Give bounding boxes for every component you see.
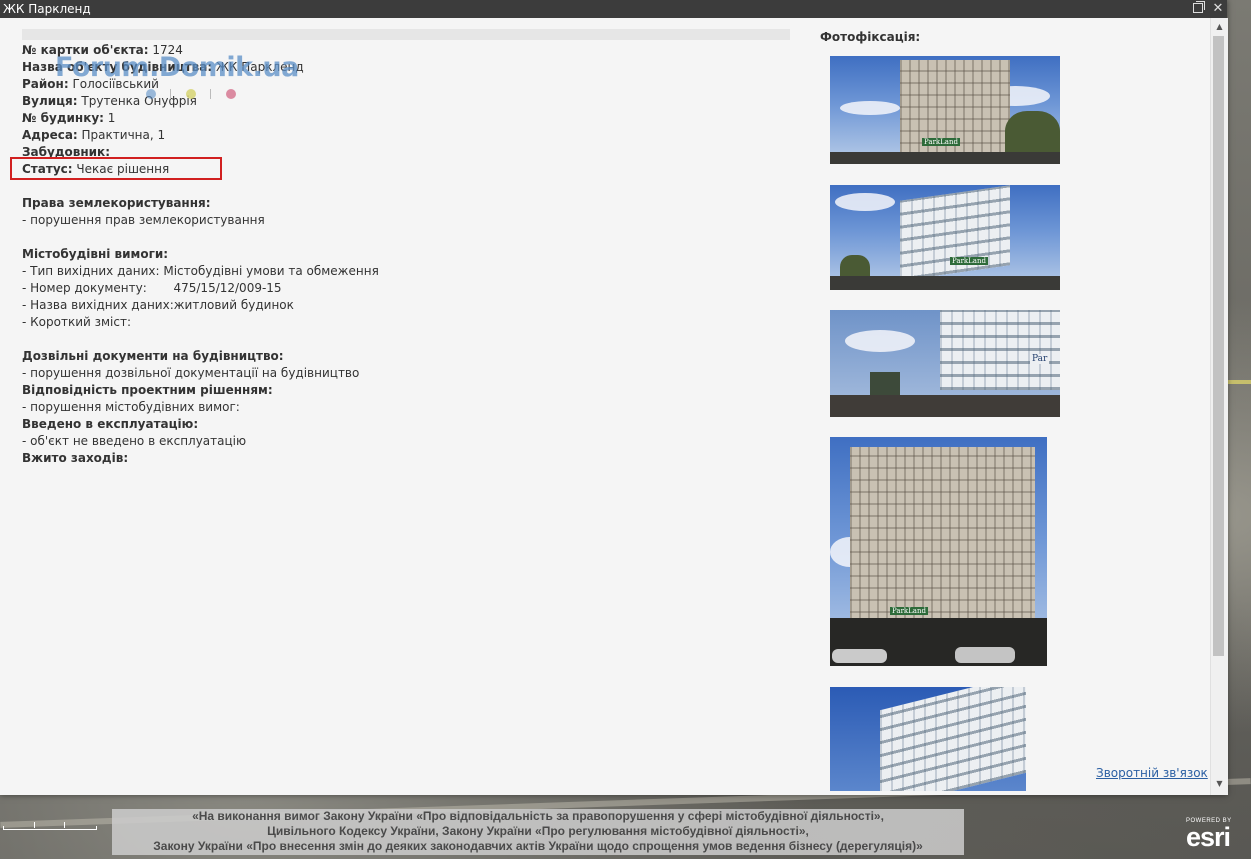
photo-building <box>900 185 1010 281</box>
restore-icon[interactable] <box>1193 1 1205 13</box>
object-info: № картки об'єкта: 1724 Назва об'єкту буд… <box>22 42 782 467</box>
status-highlight-box <box>10 157 222 180</box>
photo-building-facade <box>940 310 1060 390</box>
photo-sign: ParkLand <box>950 257 988 265</box>
compliance-heading: Відповідність проектним рішенням: <box>22 382 782 399</box>
urban-type: - Тип вихідних даних: Містобудівні умови… <box>22 264 379 278</box>
window-title: ЖК Парклeнд <box>3 2 91 16</box>
photo-sign: ParkLand <box>922 138 960 146</box>
urban-requirements-heading-text: Містобудівні вимоги: <box>22 247 169 261</box>
photo-1[interactable]: ParkLand <box>830 56 1060 164</box>
photo-sign: Par <box>1030 354 1050 364</box>
legal-footer-banner: «На виконання вимог Закону України «Про … <box>112 809 964 855</box>
compliance-heading-text: Відповідність проектним рішенням: <box>22 383 273 397</box>
commissioned-heading: Введено в експлуатацію: <box>22 416 782 433</box>
building-value: 1 <box>103 111 116 125</box>
building-row: № будинку: 1 <box>22 110 782 127</box>
photo-car <box>832 649 887 663</box>
measures-heading: Вжито заходів: <box>22 450 782 467</box>
watermark-dot-blue <box>146 89 156 99</box>
street-value: Трутенка Онуфрія <box>77 94 197 108</box>
photo-cloud <box>845 330 915 352</box>
info-window: ЖК Парклeнд ✕ № картки об'єкта: 1724 Наз… <box>0 0 1228 795</box>
urban-name: - Назва вихідних даних:житловий будинок <box>22 298 294 312</box>
photo-sign: ParkLand <box>890 607 928 615</box>
scroll-up-arrow-icon[interactable]: ▲ <box>1211 20 1228 34</box>
scroll-thumb[interactable] <box>1213 36 1224 656</box>
watermark-dot-pink <box>226 89 236 99</box>
photo-ground <box>830 152 1060 164</box>
watermark-dot-yellow <box>186 89 196 99</box>
forum-watermark: Forum.Domik.ua <box>55 52 299 83</box>
photo-2[interactable]: ParkLand <box>830 185 1060 290</box>
photo-building-facade <box>900 185 1010 281</box>
photo-ground <box>830 276 1060 290</box>
street-label: Вулиця: <box>22 94 78 108</box>
scroll-down-arrow-icon[interactable]: ▼ <box>1211 777 1228 791</box>
street-row: Вулиця: Трутенка Онуфрія <box>22 93 782 110</box>
photo-building <box>850 447 1035 637</box>
urban-requirements-heading: Містобудівні вимоги: <box>22 246 782 263</box>
commissioned-item: - об'єкт не введено в експлуатацію <box>22 434 247 448</box>
map-road-marking <box>1228 380 1251 384</box>
commissioned-heading-text: Введено в експлуатацію: <box>22 417 199 431</box>
window-titlebar[interactable]: ЖК Парклeнд ✕ <box>0 0 1227 18</box>
footer-line-1: «На виконання вимог Закону України «Про … <box>192 809 884 823</box>
measures-heading-text: Вжито заходів: <box>22 451 129 465</box>
address-label: Адреса: <box>22 128 78 142</box>
photo-building-facade <box>850 447 1035 637</box>
footer-line-3: Закону України «Про внесення змін до дея… <box>153 839 923 853</box>
close-icon[interactable]: ✕ <box>1211 0 1225 18</box>
photo-5[interactable] <box>830 687 1026 791</box>
footer-line-2: Цивільного Кодексу України, Закону Украї… <box>267 824 809 838</box>
urban-doc-number: - Номер документу: 475/15/12/009-15 <box>22 281 282 295</box>
watermark-separator <box>210 89 211 99</box>
address-row: Адреса: Практична, 1 <box>22 127 782 144</box>
permits-heading: Дозвільні документи на будівництво: <box>22 348 782 365</box>
photo-cloud <box>835 193 895 211</box>
urban-summary: - Короткий зміст: <box>22 315 132 329</box>
photo-3[interactable]: Par <box>830 310 1060 417</box>
land-rights-heading: Права землекористування: <box>22 195 782 212</box>
permits-heading-text: Дозвільні документи на будівництво: <box>22 349 284 363</box>
photo-car <box>955 647 1015 663</box>
header-strip <box>22 29 790 40</box>
esri-logo[interactable]: POWERED BY esri <box>1186 818 1232 852</box>
permits-item: - порушення дозвільної документації на б… <box>22 366 360 380</box>
building-label: № будинку: <box>22 111 104 125</box>
photo-cloud <box>840 101 900 115</box>
photos-title: Фотофіксація: <box>820 30 921 44</box>
esri-logo-text: esri <box>1186 822 1231 852</box>
watermark-separator <box>170 89 171 99</box>
photo-ground <box>830 395 1060 417</box>
photo-4[interactable]: ParkLand <box>830 437 1047 666</box>
photo-building <box>940 310 1060 390</box>
address-value: Практична, 1 <box>77 128 166 142</box>
land-rights-item: - порушення прав землекористування <box>22 213 265 227</box>
window-content: № картки об'єкта: 1724 Назва об'єкту буд… <box>0 18 1210 795</box>
compliance-item: - порушення містобудівних вимог: <box>22 400 240 414</box>
scrollbar[interactable]: ▲ ▼ <box>1210 18 1228 795</box>
map-scale-bar <box>3 822 97 830</box>
land-rights-heading-text: Права землекористування: <box>22 196 211 210</box>
feedback-link[interactable]: Зворотній зв'язок <box>1096 766 1208 780</box>
